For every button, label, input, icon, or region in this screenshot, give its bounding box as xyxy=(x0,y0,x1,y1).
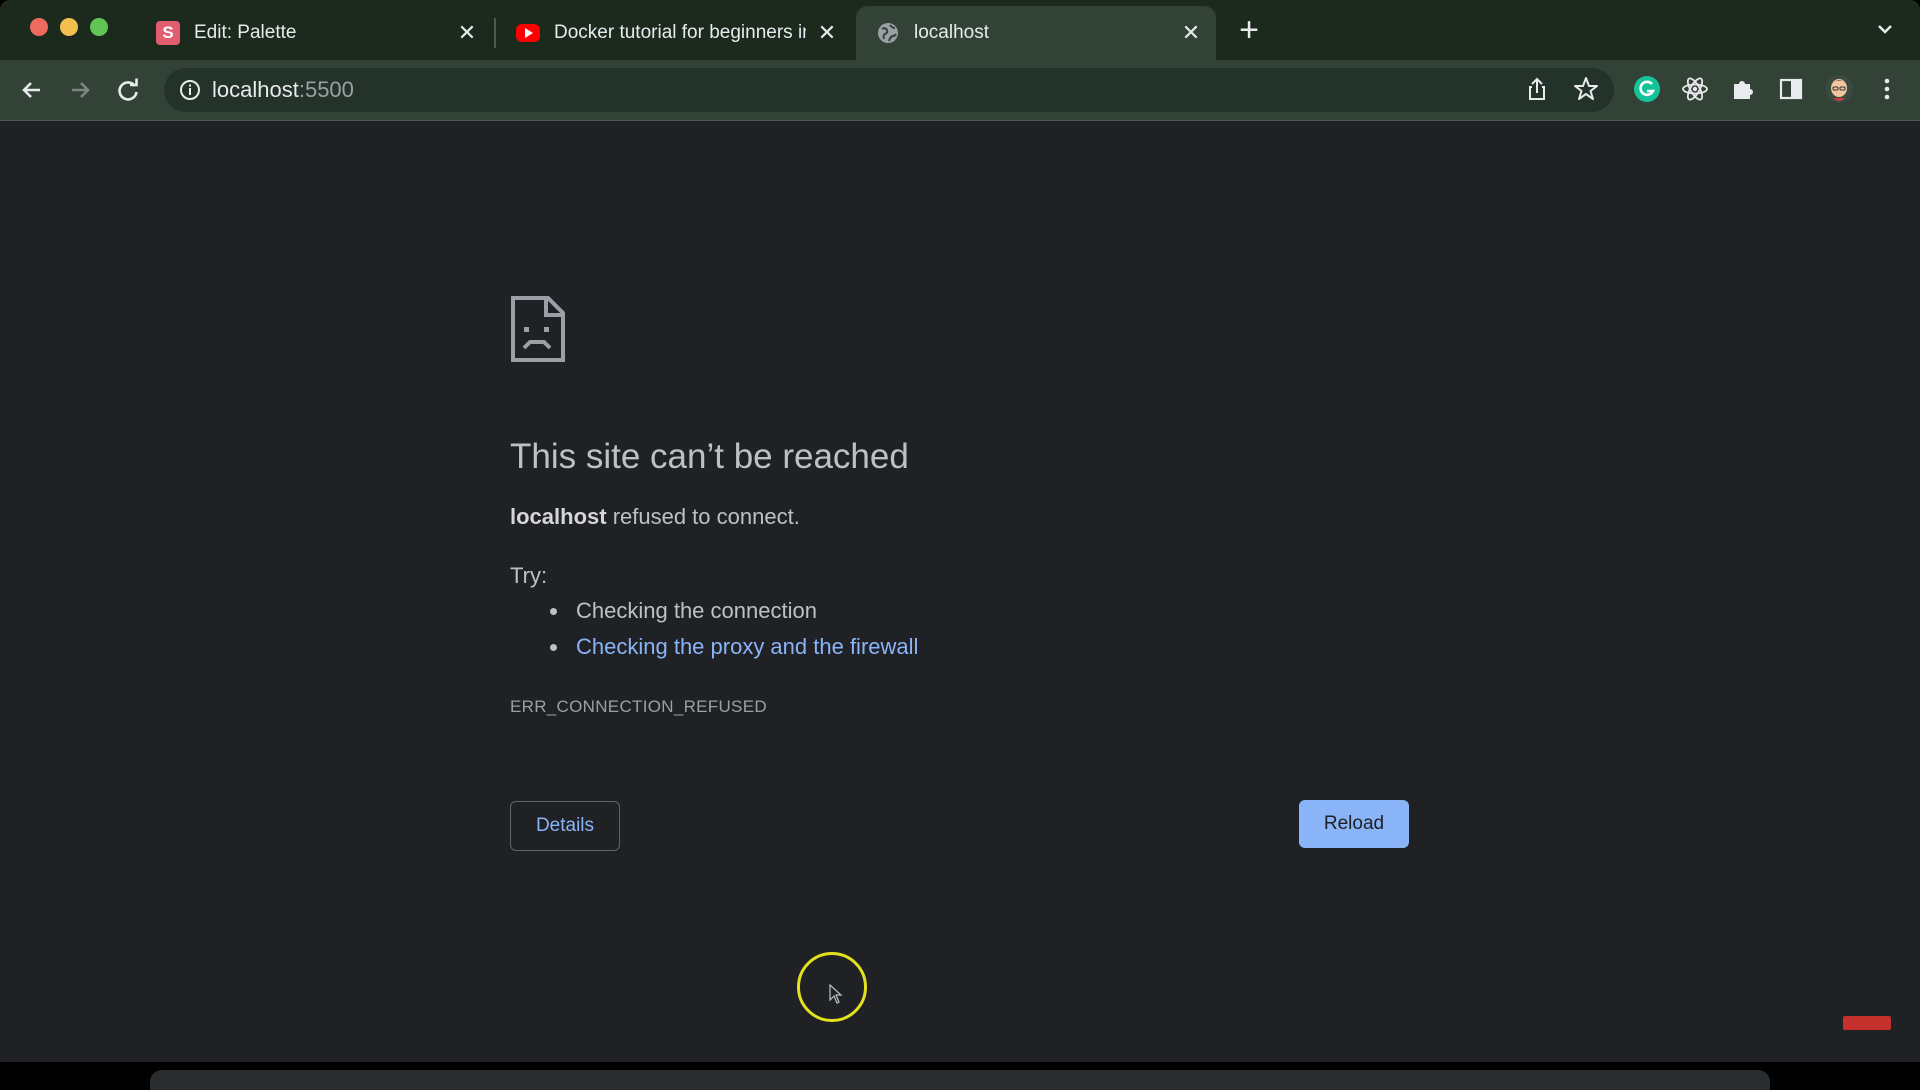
tab-docker-tutorial[interactable]: Docker tutorial for beginners in ✕ xyxy=(496,6,852,60)
subscribe-badge-icon xyxy=(1843,1016,1891,1030)
suggestion-item: Checking the proxy and the firewall xyxy=(570,633,918,669)
error-description-text: refused to connect. xyxy=(606,504,800,529)
react-devtools-icon[interactable] xyxy=(1680,74,1710,104)
share-icon[interactable] xyxy=(1522,74,1552,104)
mouse-pointer-icon xyxy=(829,983,843,1004)
globe-icon xyxy=(876,21,900,45)
url-host: localhost xyxy=(212,77,299,102)
suggestion-text: Checking the connection xyxy=(576,598,817,623)
youtube-icon xyxy=(516,24,540,42)
minimize-window-button[interactable] xyxy=(60,18,78,36)
tab-strip: S Edit: Palette ✕ Docker tutorial for be… xyxy=(0,0,1920,60)
url-text: localhost:5500 xyxy=(212,78,354,102)
suggestion-list: Checking the connection Checking the pro… xyxy=(550,597,918,669)
zoom-window-button[interactable] xyxy=(90,18,108,36)
close-tab-icon[interactable]: ✕ xyxy=(454,20,480,46)
error-description: localhost refused to connect. xyxy=(510,504,800,530)
browser-window: S Edit: Palette ✕ Docker tutorial for be… xyxy=(0,0,1920,1062)
s-logo-icon: S xyxy=(156,21,180,45)
url-port: :5500 xyxy=(298,77,354,102)
close-window-button[interactable] xyxy=(30,18,48,36)
info-icon[interactable] xyxy=(178,78,202,102)
error-headline: This site can’t be reached xyxy=(510,437,909,476)
back-arrow-icon[interactable] xyxy=(16,74,48,106)
close-tab-icon[interactable]: ✕ xyxy=(814,20,840,46)
tab-title: Edit: Palette xyxy=(194,22,297,43)
grammarly-icon[interactable] xyxy=(1632,74,1662,104)
profile-avatar[interactable] xyxy=(1824,74,1854,104)
more-menu-icon[interactable] xyxy=(1872,74,1902,104)
tab-localhost[interactable]: localhost ✕ xyxy=(856,6,1216,60)
address-bar[interactable]: localhost:5500 xyxy=(164,68,1614,112)
error-page: This site can’t be reached localhost ref… xyxy=(0,121,1920,1062)
forward-arrow-icon[interactable] xyxy=(64,74,96,106)
error-host: localhost xyxy=(510,504,607,529)
side-panel-icon[interactable] xyxy=(1776,74,1806,104)
tab-title: localhost xyxy=(914,22,989,43)
tab-title: Docker tutorial for beginners in xyxy=(554,22,806,43)
reload-icon[interactable] xyxy=(112,74,144,106)
tab-search-chevron-icon[interactable] xyxy=(1870,14,1900,44)
extensions-puzzle-icon[interactable] xyxy=(1728,74,1758,104)
sad-document-icon xyxy=(510,295,566,363)
close-tab-icon[interactable]: ✕ xyxy=(1178,20,1204,46)
bookmark-star-icon[interactable] xyxy=(1571,74,1601,104)
browser-toolbar: localhost:5500 xyxy=(0,60,1920,121)
tab-edit-palette[interactable]: S Edit: Palette ✕ xyxy=(136,6,492,60)
error-code: ERR_CONNECTION_REFUSED xyxy=(510,697,767,716)
suggestion-item: Checking the connection xyxy=(570,597,918,633)
details-button[interactable]: Details xyxy=(510,801,620,851)
macos-dock xyxy=(150,1070,1770,1090)
new-tab-button[interactable]: + xyxy=(1232,13,1266,48)
reload-button[interactable]: Reload xyxy=(1299,800,1409,848)
proxy-firewall-link[interactable]: Checking the proxy and the firewall xyxy=(576,634,918,659)
try-label: Try: xyxy=(510,563,548,588)
